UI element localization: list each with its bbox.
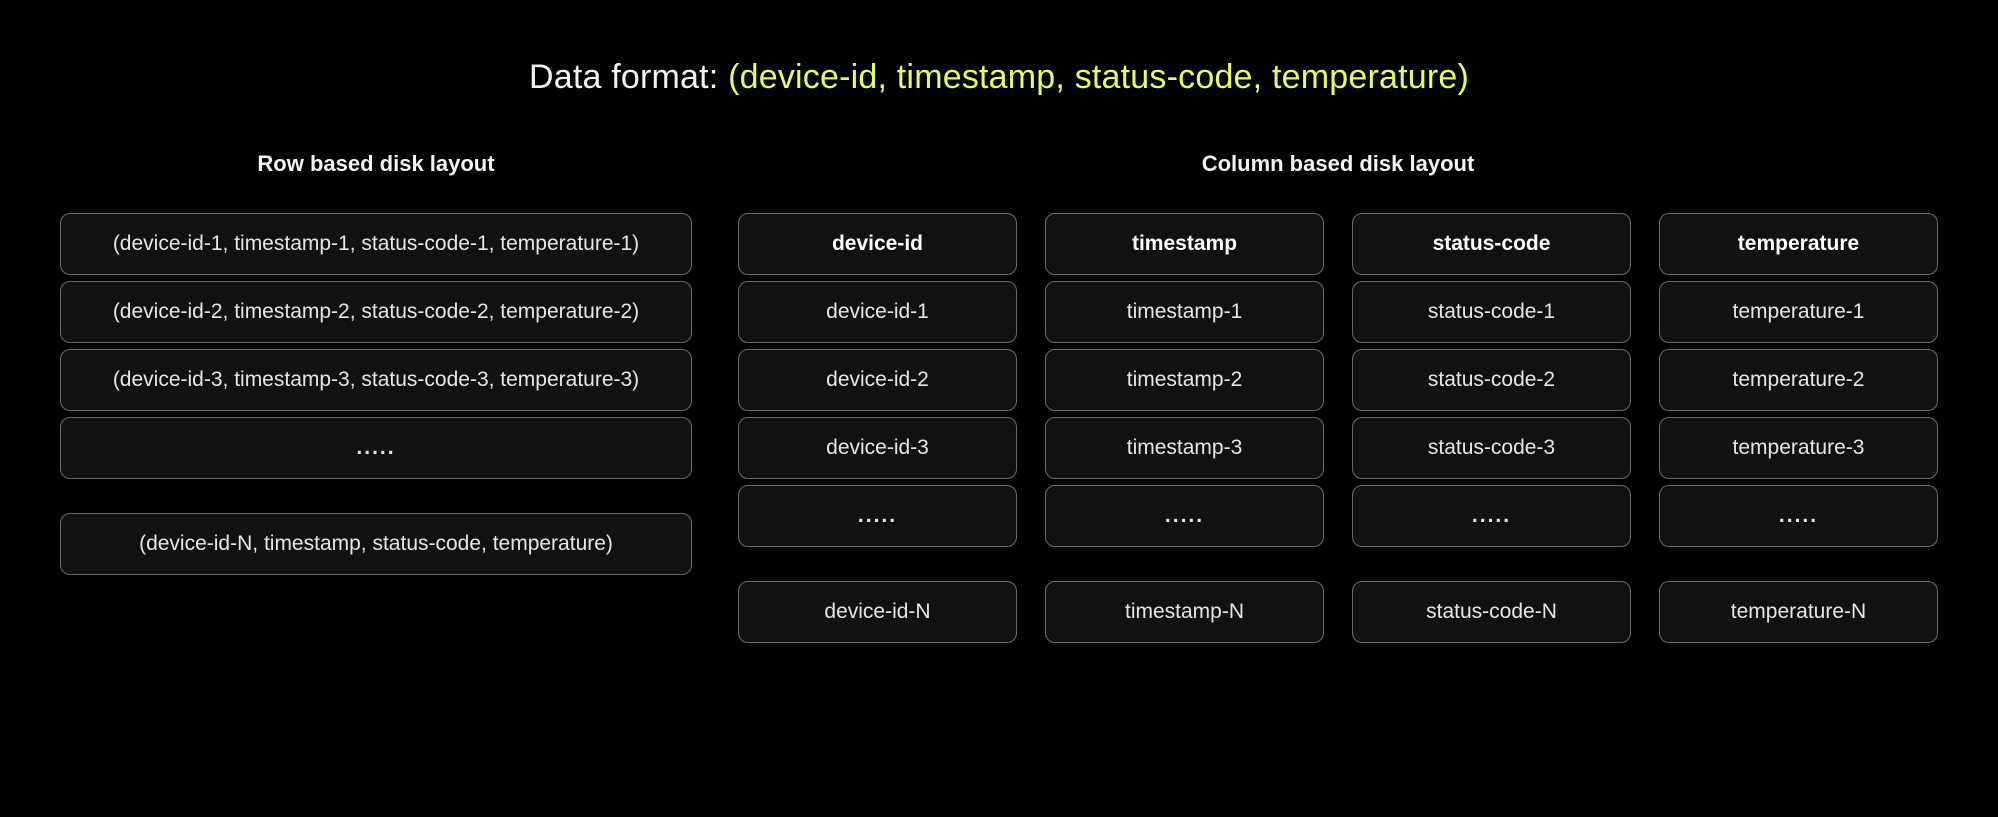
row-record: (device-id-1, timestamp-1, status-code-1… xyxy=(60,213,692,275)
column-header: temperature xyxy=(1659,213,1938,275)
row-layout-panel: Row based disk layout (device-id-1, time… xyxy=(60,151,692,643)
column-gap xyxy=(1352,553,1631,575)
column-cell-last: status-code-N xyxy=(1352,581,1631,643)
column-cell-last: device-id-N xyxy=(738,581,1017,643)
column-cell: status-code-1 xyxy=(1352,281,1631,343)
column-cell: device-id-1 xyxy=(738,281,1017,343)
title-prefix: Data format: xyxy=(529,58,728,96)
column-ellipsis: ..... xyxy=(1659,485,1938,547)
column-cell: timestamp-1 xyxy=(1045,281,1324,343)
column-timestamp: timestamp timestamp-1 timestamp-2 timest… xyxy=(1045,213,1324,643)
column-cell: timestamp-2 xyxy=(1045,349,1324,411)
row-ellipsis: ..... xyxy=(60,417,692,479)
column-cell: status-code-2 xyxy=(1352,349,1631,411)
column-layout-heading: Column based disk layout xyxy=(738,151,1938,177)
column-cell: temperature-2 xyxy=(1659,349,1938,411)
column-cell: temperature-1 xyxy=(1659,281,1938,343)
column-gap xyxy=(1659,553,1938,575)
row-layout-heading: Row based disk layout xyxy=(60,151,692,177)
column-temperature: temperature temperature-1 temperature-2 … xyxy=(1659,213,1938,643)
column-cell-last: timestamp-N xyxy=(1045,581,1324,643)
row-layout-stack: (device-id-1, timestamp-1, status-code-1… xyxy=(60,213,692,575)
column-cell: device-id-3 xyxy=(738,417,1017,479)
title-highlight: (device-id, timestamp, status-code, temp… xyxy=(728,58,1469,96)
column-cell: temperature-3 xyxy=(1659,417,1938,479)
column-gap xyxy=(1045,553,1324,575)
column-layout-grid: device-id device-id-1 device-id-2 device… xyxy=(738,213,1938,643)
column-ellipsis: ..... xyxy=(738,485,1017,547)
column-header: status-code xyxy=(1352,213,1631,275)
column-header: device-id xyxy=(738,213,1017,275)
column-device-id: device-id device-id-1 device-id-2 device… xyxy=(738,213,1017,643)
row-gap xyxy=(60,485,692,507)
diagram-content: Row based disk layout (device-id-1, time… xyxy=(0,151,1998,643)
column-cell: status-code-3 xyxy=(1352,417,1631,479)
column-cell-last: temperature-N xyxy=(1659,581,1938,643)
column-layout-panel: Column based disk layout device-id devic… xyxy=(738,151,1938,643)
column-cell: timestamp-3 xyxy=(1045,417,1324,479)
column-cell: device-id-2 xyxy=(738,349,1017,411)
column-gap xyxy=(738,553,1017,575)
column-ellipsis: ..... xyxy=(1352,485,1631,547)
diagram-title: Data format: (device-id, timestamp, stat… xyxy=(0,0,1998,97)
column-status-code: status-code status-code-1 status-code-2 … xyxy=(1352,213,1631,643)
row-record-last: (device-id-N, timestamp, status-code, te… xyxy=(60,513,692,575)
row-record: (device-id-2, timestamp-2, status-code-2… xyxy=(60,281,692,343)
row-record: (device-id-3, timestamp-3, status-code-3… xyxy=(60,349,692,411)
column-ellipsis: ..... xyxy=(1045,485,1324,547)
column-header: timestamp xyxy=(1045,213,1324,275)
